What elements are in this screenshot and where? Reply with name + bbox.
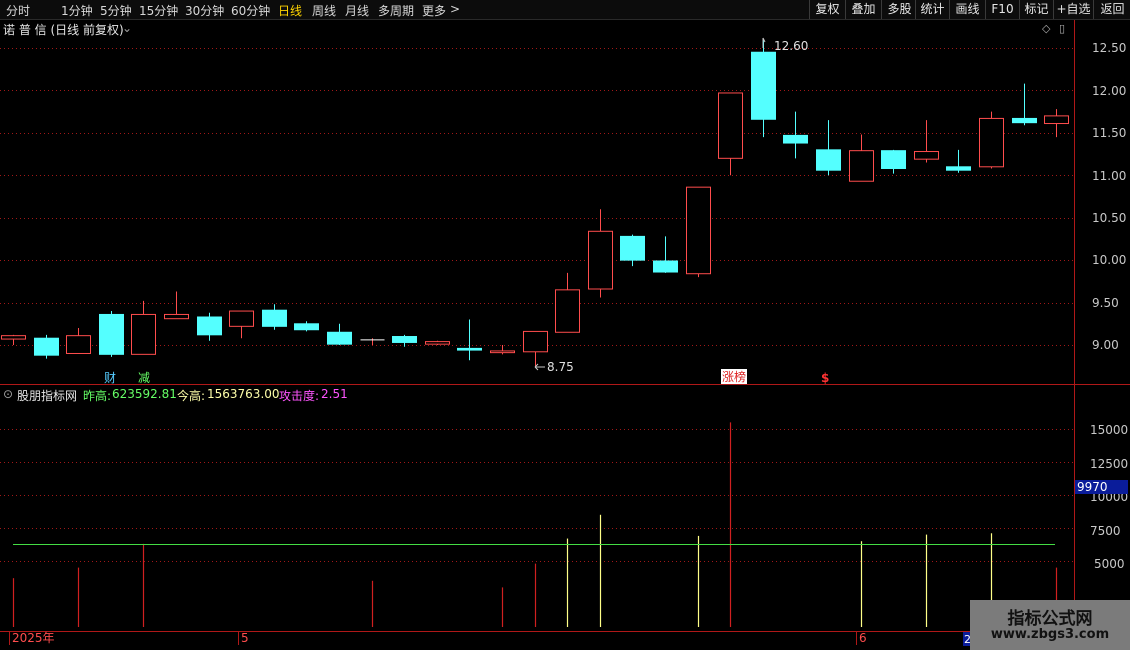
candle-body xyxy=(751,51,776,120)
price-tick: 10.50 xyxy=(1092,211,1126,225)
candle-body xyxy=(1012,117,1037,124)
watermark-title: 指标公式网 xyxy=(1007,609,1093,629)
current-value-text: 9970 xyxy=(1077,480,1108,494)
price-tick: 12.50 xyxy=(1092,41,1126,55)
today-high-value: 1563763.00 xyxy=(207,387,280,401)
date-label: 2025年 xyxy=(12,631,55,645)
indicator-menu-icon[interactable]: ⊙ xyxy=(3,387,13,401)
candle-body xyxy=(262,309,287,327)
event-marker-zhangbang[interactable]: 涨榜 xyxy=(722,369,746,384)
indicator-tick: 12500 xyxy=(1090,457,1128,471)
candle-body xyxy=(1044,115,1069,125)
candle-body xyxy=(327,331,352,345)
price-tick: 11.00 xyxy=(1092,169,1126,183)
event-marker-jian[interactable]: 减 xyxy=(138,371,150,385)
candle-body xyxy=(588,230,613,290)
candle-body xyxy=(523,330,548,353)
candle-body xyxy=(229,310,254,327)
candle-body xyxy=(131,313,156,355)
candle-body xyxy=(620,235,645,261)
indicator-axis: 15000 12500 10000 7500 5000 xyxy=(1090,423,1128,571)
candle-body xyxy=(555,289,580,333)
watermark: 指标公式网 www.zbgs3.com xyxy=(970,600,1130,650)
price-tick: 9.00 xyxy=(1092,338,1119,352)
candle-body xyxy=(849,150,874,182)
stock-title: 诺 普 信 (日线 前复权) xyxy=(3,23,124,37)
yesterday-high-label: 昨高: xyxy=(83,389,112,403)
indicator-bars xyxy=(12,422,1058,627)
grid-lines xyxy=(0,48,1074,562)
indicator-tick: 5000 xyxy=(1094,557,1125,571)
panel-toggle-icon[interactable]: ▯ xyxy=(1059,22,1065,35)
candle-body xyxy=(392,336,417,343)
price-axis: 12.50 12.00 11.50 11.00 10.50 10.00 9.50… xyxy=(1092,41,1126,352)
indicator-tick: 15000 xyxy=(1090,423,1128,437)
candle-body xyxy=(34,337,59,356)
candle-body xyxy=(66,335,91,354)
candle-body xyxy=(1,335,26,340)
chevron-down-icon[interactable]: ⌄ xyxy=(122,21,132,35)
high-label: 12.60 xyxy=(774,39,808,53)
event-marker-dollar[interactable]: $ xyxy=(821,371,829,385)
attack-label: 攻击度: xyxy=(279,389,320,403)
indicator-tick: 7500 xyxy=(1090,524,1121,538)
candle-body xyxy=(197,316,222,336)
candle-body xyxy=(979,117,1004,168)
kline-chart[interactable]: 12.50 12.00 11.50 11.00 10.50 10.00 9.50… xyxy=(0,0,1130,650)
low-arrow-icon xyxy=(534,363,545,371)
candle-body xyxy=(881,150,906,169)
candle-body xyxy=(816,149,841,171)
attack-value: 2.51 xyxy=(321,387,348,401)
date-label: 5 xyxy=(241,631,249,645)
price-tick: 10.00 xyxy=(1092,253,1126,267)
price-tick: 12.00 xyxy=(1092,84,1126,98)
date-label: 6 xyxy=(859,631,867,645)
candle-body xyxy=(99,313,124,355)
candle-body xyxy=(686,186,711,275)
candle-body xyxy=(914,151,939,160)
diamond-icon[interactable]: ◇ xyxy=(1042,22,1050,35)
today-high-label: 今高: xyxy=(177,389,206,403)
candlestick-series xyxy=(1,39,1069,367)
candle-body xyxy=(718,92,743,159)
event-marker-cai[interactable]: 财 xyxy=(104,371,116,385)
candle-body xyxy=(425,341,450,345)
candle-body xyxy=(164,313,189,320)
candle-body xyxy=(457,347,482,351)
candle-body xyxy=(783,134,808,144)
candle-body xyxy=(653,260,678,273)
candle-body xyxy=(946,166,971,171)
yesterday-high-value: 623592.81 xyxy=(112,387,177,401)
candle-body xyxy=(294,323,319,331)
price-tick: 11.50 xyxy=(1092,126,1126,140)
watermark-url: www.zbgs3.com xyxy=(990,627,1110,642)
price-tick: 9.50 xyxy=(1092,296,1119,310)
low-label: 8.75 xyxy=(547,360,574,374)
indicator-name[interactable]: 股朋指标网 xyxy=(17,387,77,404)
candle-body xyxy=(490,350,515,354)
